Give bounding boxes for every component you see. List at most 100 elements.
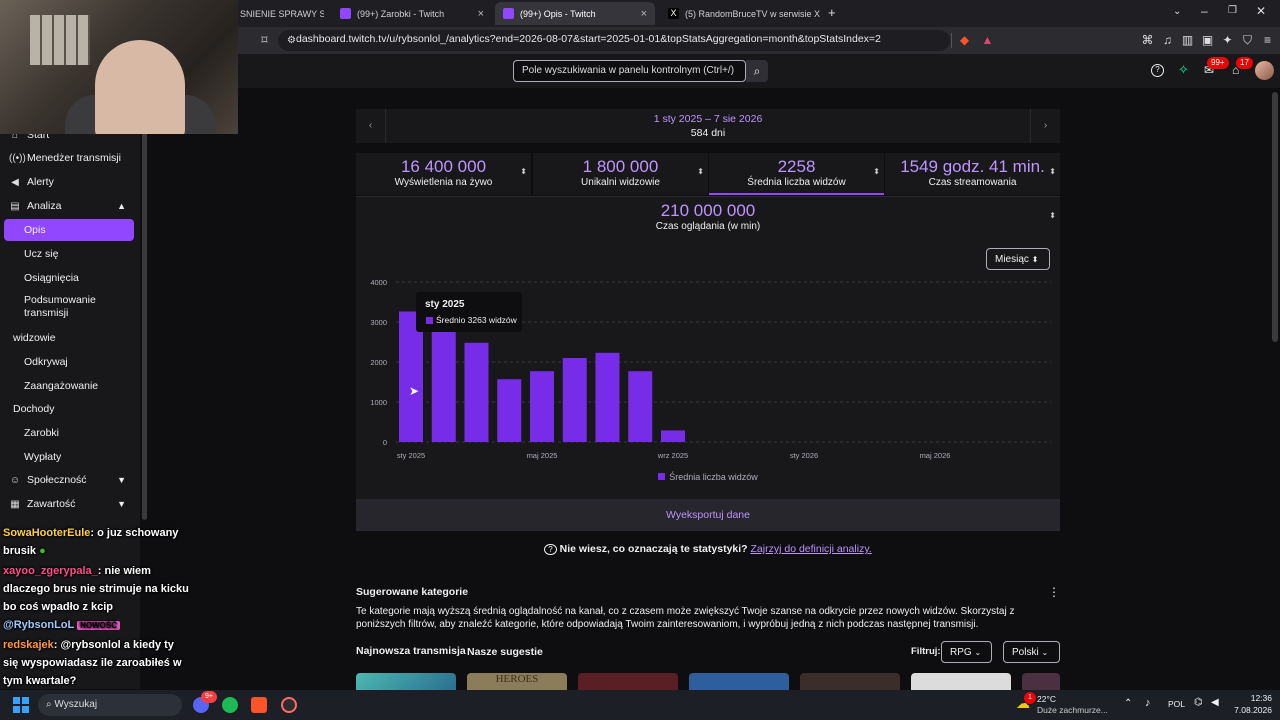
music-icon[interactable]: ♫ bbox=[1160, 33, 1175, 48]
tab-latest-stream[interactable]: Najnowsza transmisja bbox=[356, 645, 466, 657]
stat-stream-time[interactable]: 1549 godz. 41 min. Czas streamowania ⬍ bbox=[885, 153, 1060, 195]
windows-start-icon[interactable] bbox=[13, 697, 29, 713]
extensions-icon[interactable]: ⌘ bbox=[1140, 33, 1155, 48]
bar[interactable] bbox=[661, 430, 685, 442]
sidebar-item-engagement[interactable]: Zaangażowanie bbox=[0, 375, 140, 397]
period-select[interactable]: Miesiąc ⬍ bbox=[986, 248, 1050, 270]
filter-label: Filtruj: bbox=[911, 646, 941, 657]
brave-rewards-icon[interactable]: ▲ bbox=[980, 33, 995, 48]
category-card[interactable] bbox=[356, 673, 456, 690]
bar[interactable] bbox=[628, 371, 653, 442]
export-data-button[interactable]: Wyeksportuj dane bbox=[356, 499, 1060, 531]
tab-our-suggestions[interactable]: Nasze sugestie bbox=[467, 646, 543, 658]
creator-sparkle-icon[interactable]: ✧ bbox=[1178, 62, 1189, 78]
analytics-definitions-link[interactable]: Zajrzyj do definicji analizy. bbox=[751, 543, 872, 555]
close-icon[interactable]: × bbox=[478, 8, 484, 20]
leo-ai-icon[interactable]: ✦ bbox=[1220, 33, 1235, 48]
sidebar-item-stream-summary[interactable]: Podsumowanie transmisji bbox=[0, 292, 120, 322]
sidebar-item-learn[interactable]: Ucz się bbox=[0, 243, 140, 265]
next-range-button[interactable]: › bbox=[1030, 109, 1060, 143]
sidebar-item-achievements[interactable]: Osiągnięcia bbox=[0, 267, 140, 289]
bar[interactable] bbox=[464, 342, 489, 442]
bar[interactable] bbox=[497, 379, 522, 442]
sidebar-icon[interactable]: ▥ bbox=[1180, 33, 1195, 48]
stat-live-views[interactable]: 16 400 000 Wyświetlenia na żywo ⬍ bbox=[356, 153, 531, 195]
category-card[interactable] bbox=[578, 673, 678, 690]
stat-label: Unikalni widzowie bbox=[581, 177, 660, 188]
bar[interactable] bbox=[595, 352, 620, 442]
chat-username: xayoo_zgerypala_ bbox=[3, 565, 98, 577]
clock-date[interactable]: 7.08.2026 bbox=[1226, 705, 1272, 715]
search-icon[interactable]: ⌕ bbox=[746, 60, 768, 82]
stat-label: Średnia liczba widzów bbox=[747, 177, 846, 188]
y-tick-label: 3000 bbox=[370, 318, 387, 327]
spotify-icon[interactable] bbox=[222, 697, 238, 713]
stat-average-viewers[interactable]: 2258 Średnia liczba widzów ⬍ bbox=[709, 153, 884, 195]
chevron-up-icon: ▲ bbox=[117, 201, 126, 211]
taskbar-search-label: Wyszukaj bbox=[54, 699, 98, 710]
x-tick-label: wrz 2025 bbox=[657, 451, 688, 460]
tab-search-icon[interactable]: ⌄ bbox=[1173, 6, 1181, 17]
sidebar-item-analytics[interactable]: ▤ Analiza ▲ bbox=[0, 195, 140, 217]
more-options-icon[interactable]: ⋮ bbox=[1048, 585, 1060, 599]
bookmark-icon[interactable]: ⌑ bbox=[257, 33, 272, 48]
language-filter-select[interactable]: Polski ⌄ bbox=[1003, 641, 1060, 663]
maximize-icon[interactable]: ❐ bbox=[1228, 5, 1237, 16]
wall-frames bbox=[30, 15, 90, 65]
x-logo-icon: X bbox=[668, 8, 679, 19]
bar[interactable] bbox=[431, 332, 456, 442]
sidebar-item-stream-manager[interactable]: ((•)) Menedżer transmisji bbox=[0, 147, 140, 169]
sidebar-item-discover[interactable]: Odkrywaj bbox=[0, 351, 140, 373]
sidebar-item-earnings[interactable]: Zarobki bbox=[0, 422, 140, 444]
genre-filter-select[interactable]: RPG ⌄ bbox=[941, 641, 992, 663]
browser-tab[interactable]: SNIENIE SPRAWY STAT bbox=[232, 2, 324, 25]
mouse-cursor-icon: ➤ bbox=[409, 384, 420, 398]
sidebar-item-overview[interactable]: Opis bbox=[0, 219, 140, 241]
app-icon[interactable] bbox=[281, 697, 297, 713]
category-card[interactable] bbox=[911, 673, 1011, 690]
tab-label: SNIENIE SPRAWY STAT bbox=[240, 8, 324, 19]
sidebar-scrollbar[interactable] bbox=[142, 130, 147, 520]
tray-chevron-icon[interactable]: ⌃ bbox=[1124, 698, 1132, 709]
clock-time[interactable]: 12:36 bbox=[1236, 693, 1272, 703]
taskbar-search[interactable]: ⌕ Wyszukaj bbox=[38, 694, 182, 716]
category-card[interactable] bbox=[800, 673, 900, 690]
category-card[interactable] bbox=[1022, 673, 1060, 690]
help-icon: ? bbox=[544, 544, 557, 555]
sidebar-item-payouts[interactable]: Wypłaty bbox=[0, 446, 140, 468]
date-range-label[interactable]: 1 sty 2025 – 7 sie 2026 bbox=[356, 113, 1060, 125]
browser-tab[interactable]: X(5) RandomBruceTV w serwisie X: „D× bbox=[660, 2, 820, 25]
wallet-icon[interactable]: ▣ bbox=[1200, 33, 1215, 48]
avatar[interactable] bbox=[1255, 61, 1274, 80]
window-close-icon[interactable]: ✕ bbox=[1256, 4, 1266, 18]
bar[interactable] bbox=[530, 371, 554, 442]
chat-username: @RybsonLoL bbox=[3, 619, 75, 631]
language-indicator[interactable]: POL bbox=[1168, 699, 1185, 709]
sidebar-item-alerts[interactable]: ◀ Alerty bbox=[0, 171, 140, 193]
close-icon[interactable]: × bbox=[641, 8, 647, 20]
minimize-icon[interactable]: – bbox=[1201, 4, 1208, 18]
stat-watch-time[interactable]: 210 000 000 Czas oglądania (w min) ⬍ bbox=[356, 196, 1060, 238]
brave-shield-icon[interactable]: ◆ bbox=[957, 33, 972, 48]
chat-username: redskajek bbox=[3, 639, 54, 651]
microphone-icon[interactable]: ♪ bbox=[1145, 697, 1151, 709]
help-icon[interactable]: ? bbox=[1151, 64, 1164, 77]
sidebar-item-content[interactable]: ▦ Zawartość ▼ bbox=[0, 493, 140, 515]
page-scrollbar[interactable] bbox=[1272, 92, 1278, 342]
bar[interactable] bbox=[562, 358, 587, 442]
browser-tab[interactable]: (99+) Zarobki - Twitch × bbox=[332, 2, 492, 25]
browser-tab-active[interactable]: (99+) Opis - Twitch × bbox=[495, 2, 655, 25]
sidebar-item-community[interactable]: ☺ Społeczność ▼ bbox=[0, 469, 140, 491]
category-card[interactable]: HEROES bbox=[467, 673, 567, 690]
brave-icon[interactable] bbox=[251, 697, 267, 713]
url-text[interactable]: dashboard.twitch.tv/u/rybsonlol_/analyti… bbox=[296, 33, 881, 45]
network-icon[interactable]: ⌬ bbox=[1194, 697, 1203, 708]
vpn-icon[interactable]: ⛉ bbox=[1240, 33, 1255, 48]
chevron-down-icon: ▼ bbox=[117, 499, 126, 509]
volume-icon[interactable]: ◀ bbox=[1211, 697, 1219, 708]
category-card[interactable] bbox=[689, 673, 789, 690]
menu-icon[interactable]: ≡ bbox=[1260, 33, 1275, 48]
stat-unique-viewers[interactable]: 1 800 000 Unikalni widzowie ⬍ bbox=[533, 153, 708, 195]
new-tab-button[interactable]: + bbox=[828, 5, 836, 20]
search-input[interactable]: Pole wyszukiwania w panelu kontrolnym (C… bbox=[513, 60, 746, 82]
